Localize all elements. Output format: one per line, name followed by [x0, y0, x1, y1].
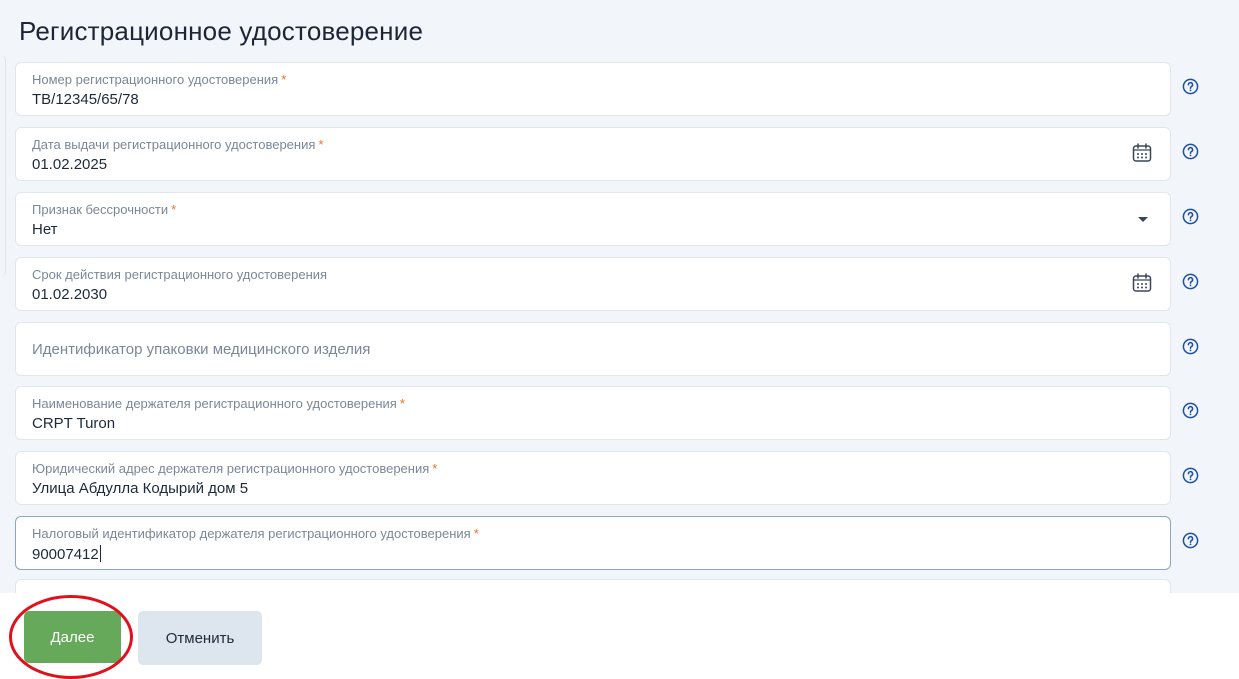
holder-address-value: Улица Абдулла Кодырий дом 5 [32, 480, 249, 497]
validity-period-label: Срок действия регистрационного удостовер… [32, 267, 328, 282]
field-row-holder-address: Юридический адрес держателя регистрацион… [15, 451, 1225, 505]
field-row-holder-name: Наименование держателя регистрационного … [15, 386, 1225, 440]
help-icon[interactable] [1182, 143, 1199, 160]
holder-name-label: Наименование держателя регистрационного … [32, 396, 405, 411]
help-icon[interactable] [1182, 532, 1199, 549]
field-row-certificate-number: Номер регистрационного удостоверения * ТВ… [15, 62, 1225, 116]
certificate-number-field[interactable]: Номер регистрационного удостоверения * ТВ… [15, 62, 1171, 116]
certificate-number-label-text: Номер регистрационного удостоверения [32, 72, 279, 87]
help-icon[interactable] [1182, 273, 1199, 290]
validity-period-field[interactable]: Срок действия регистрационного удостовер… [15, 257, 1171, 311]
perpetual-flag-label: Признак бессрочности * [32, 202, 176, 217]
calendar-icon[interactable] [1132, 143, 1152, 163]
help-icon[interactable] [1182, 467, 1199, 484]
calendar-icon[interactable] [1132, 273, 1152, 293]
left-rail [0, 55, 6, 277]
next-button[interactable]: Далее [24, 611, 121, 663]
holder-name-label-text: Наименование держателя регистрационного … [32, 396, 397, 411]
form-footer: Далее Отменить [0, 593, 1239, 679]
issue-date-field[interactable]: Дата выдачи регистрационного удостоверен… [15, 127, 1171, 181]
holder-name-field[interactable]: Наименование держателя регистрационного … [15, 386, 1171, 440]
issue-date-value: 01.02.2025 [32, 156, 108, 173]
required-marker: * [318, 137, 324, 152]
validity-period-value: 01.02.2030 [32, 286, 108, 303]
field-row-issue-date: Дата выдачи регистрационного удостоверен… [15, 127, 1225, 181]
field-row-holder-tax-id: Налоговый идентификатор держателя регист… [15, 516, 1225, 570]
required-marker: * [281, 72, 287, 87]
holder-address-label: Юридический адрес держателя регистрацион… [32, 461, 437, 476]
cancel-button[interactable]: Отменить [138, 611, 262, 665]
issue-date-label-text: Дата выдачи регистрационного удостоверен… [32, 137, 316, 152]
help-icon[interactable] [1182, 338, 1199, 355]
chevron-down-icon[interactable] [1138, 217, 1148, 222]
perpetual-flag-select[interactable]: Признак бессрочности * Нет [15, 192, 1171, 246]
field-row-package-identifier: Идентификатор упаковки медицинского изде… [15, 322, 1225, 376]
holder-address-label-text: Юридический адрес держателя регистрацион… [32, 461, 430, 476]
text-caret [99, 545, 101, 562]
package-identifier-input[interactable]: Идентификатор упаковки медицинского изде… [15, 322, 1171, 376]
holder-tax-id-value-wrap: 90007412 [32, 545, 101, 563]
certificate-number-value: ТВ/12345/65/78 [32, 91, 139, 108]
issue-date-label: Дата выдачи регистрационного удостоверен… [32, 137, 323, 152]
field-row-perpetual-flag: Признак бессрочности * Нет [15, 192, 1225, 246]
required-marker: * [399, 396, 405, 411]
required-marker: * [473, 526, 479, 541]
help-icon[interactable] [1182, 208, 1199, 225]
field-row-validity-period: Срок действия регистрационного удостовер… [15, 257, 1225, 311]
required-marker: * [171, 202, 177, 217]
holder-tax-id-value: 90007412 [32, 546, 99, 563]
holder-tax-id-label: Налоговый идентификатор держателя регист… [32, 526, 479, 541]
perpetual-flag-label-text: Признак бессрочности [32, 202, 169, 217]
help-icon[interactable] [1182, 402, 1199, 419]
help-icon[interactable] [1182, 78, 1199, 95]
registration-certificate-form: Регистрационное удостоверение Номер реги… [0, 0, 1239, 679]
perpetual-flag-value: Нет [32, 221, 58, 238]
holder-name-value: CRPT Turon [32, 415, 116, 432]
holder-address-field[interactable]: Юридический адрес держателя регистрацион… [15, 451, 1171, 505]
holder-tax-id-field[interactable]: Налоговый идентификатор держателя регист… [15, 516, 1171, 570]
required-marker: * [432, 461, 438, 476]
page-title: Регистрационное удостоверение [19, 16, 424, 46]
certificate-number-label: Номер регистрационного удостоверения * [32, 72, 286, 87]
holder-tax-id-label-text: Налоговый идентификатор держателя регист… [32, 526, 471, 541]
package-identifier-placeholder: Идентификатор упаковки медицинского изде… [32, 341, 371, 358]
